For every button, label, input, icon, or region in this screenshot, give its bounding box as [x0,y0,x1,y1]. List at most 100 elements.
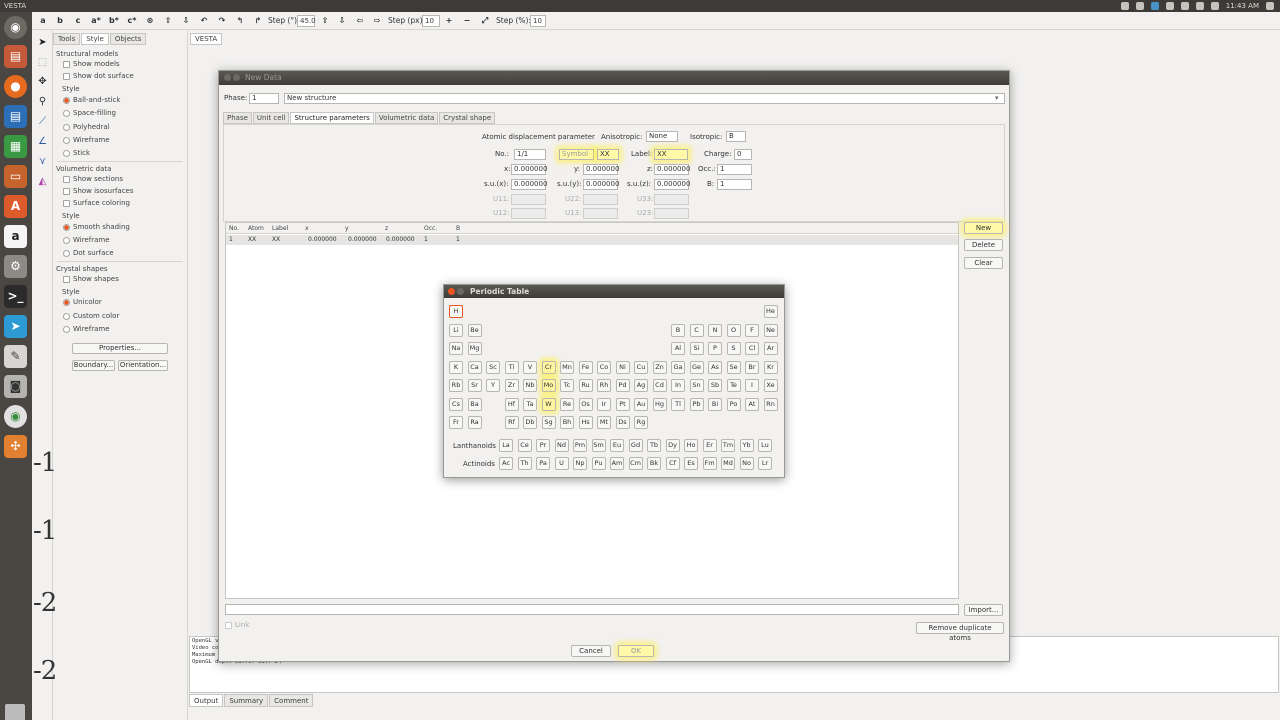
element-k-button[interactable]: K [449,360,463,374]
clock[interactable]: 11:43 AM [1226,0,1259,12]
element-n-button[interactable]: N [708,323,722,337]
keyboard-layout-icon[interactable] [1195,2,1204,10]
ok-button[interactable]: OK [618,645,654,657]
element-sm-button[interactable]: Sm [591,439,606,452]
element-re-button[interactable]: Re [560,397,574,411]
rotate-right-icon[interactable]: ↷ [216,14,228,28]
b-field[interactable]: 1 [717,179,752,190]
element-hs-button[interactable]: Hs [578,416,593,429]
tab-style[interactable]: Style [81,33,109,45]
element-sn-button[interactable]: Sn [689,379,704,392]
element-rf-button[interactable]: Rf [504,416,519,429]
element-th-button[interactable]: Th [517,457,532,470]
step-deg-input[interactable]: 45.0 [297,15,316,27]
occupancy-field[interactable]: 1 [717,164,752,175]
terminal-icon[interactable]: >_ [4,285,27,308]
element-bh-button[interactable]: Bh [560,416,574,429]
angle-icon[interactable]: ∠ [36,135,49,148]
element-rb-button[interactable]: Rb [449,379,463,392]
select-region-icon[interactable]: ⬚ [36,56,49,69]
sux-field[interactable]: 0.000000 [511,179,547,190]
element-pr-button[interactable]: Pr [536,439,550,452]
element-pd-button[interactable]: Pd [615,379,630,392]
element-nb-button[interactable]: Nb [523,379,537,392]
element-eu-button[interactable]: Eu [610,439,624,452]
element-ta-button[interactable]: Ta [523,397,537,411]
tab-volumetric-data[interactable]: Volumetric data [374,112,439,124]
network-icon[interactable] [1165,2,1174,10]
element-na-button[interactable]: Na [449,342,463,355]
close-icon[interactable] [448,288,455,295]
select-pointer-icon[interactable]: ➤ [36,36,49,49]
stick-radio[interactable]: Stick [63,149,90,157]
structure-name-combo[interactable]: New structure [284,93,1005,104]
element-ru-button[interactable]: Ru [578,379,593,392]
show-sections-checkbox[interactable]: Show sections [63,175,123,183]
isotropic-select[interactable]: B [726,131,746,142]
element-b-button[interactable]: B [671,323,685,337]
element-yb-button[interactable]: Yb [739,439,754,452]
show-isosurfaces-checkbox[interactable]: Show isosurfaces [63,187,134,195]
import-path-field[interactable] [225,604,959,615]
element-in-button[interactable]: In [671,379,685,392]
table-row[interactable]: 1 XX XX 0.000000 0.000000 0.000000 1 1 [226,235,958,245]
element-te-button[interactable]: Te [726,379,741,392]
symbol-button[interactable]: Symbol [559,149,594,160]
z-field[interactable]: 0.000000 [654,164,690,175]
ball-and-stick-radio[interactable]: Ball-and-stick [63,96,120,104]
element-ge-button[interactable]: Ge [689,360,704,374]
show-models-checkbox[interactable]: Show models [63,60,120,68]
element-al-button[interactable]: Al [671,342,685,355]
element-si-button[interactable]: Si [689,342,704,355]
wireframe-radio[interactable]: Wireframe [63,136,110,144]
element-be-button[interactable]: Be [467,323,482,337]
move-right-icon[interactable]: ⇨ [371,14,383,28]
element-p-button[interactable]: P [708,342,722,355]
element-bk-button[interactable]: Bk [647,457,661,470]
move-up-icon[interactable]: ⇧ [319,14,331,28]
element-lu-button[interactable]: Lu [758,439,772,452]
volume-icon[interactable] [1210,2,1219,10]
minimize-icon[interactable] [457,288,464,295]
rotate-down-icon[interactable]: ⇩ [180,14,192,28]
view-a-star-button[interactable]: a* [90,14,102,28]
software-center-icon[interactable]: A [4,195,27,218]
element-mt-button[interactable]: Mt [597,416,611,429]
element-tm-button[interactable]: Tm [721,439,735,452]
power-icon[interactable] [1266,2,1274,10]
element-h-button[interactable]: H [449,305,463,318]
custom-color-radio[interactable]: Custom color [63,312,119,320]
view-b-star-button[interactable]: b* [108,14,120,28]
element-tb-button[interactable]: Tb [647,439,661,452]
element-tc-button[interactable]: Tc [560,379,574,392]
telegram-tray-icon[interactable] [1150,2,1159,10]
element-no-button[interactable]: No [739,457,754,470]
element-md-button[interactable]: Md [721,457,735,470]
element-pa-button[interactable]: Pa [536,457,550,470]
element-y-button[interactable]: Y [486,379,500,392]
step-pct-input[interactable]: 10 [530,15,546,27]
tab-phase[interactable]: Phase [223,112,252,124]
column-header[interactable]: No. [229,223,239,234]
fit-to-screen-icon[interactable]: ⤢ [479,14,491,28]
view-b-button[interactable]: b [54,14,66,28]
element-f-button[interactable]: F [745,323,759,337]
view-a-button[interactable]: a [37,14,49,28]
text-editor-icon[interactable]: ✎ [4,345,27,368]
chevron-down-icon[interactable]: ▾ [995,93,999,104]
distance-icon[interactable]: ⟋ [36,115,49,128]
element-xe-button[interactable]: Xe [763,379,778,392]
element-la-button[interactable]: La [499,439,513,452]
amazon-icon[interactable]: a [4,225,27,248]
element-at-button[interactable]: At [745,397,759,411]
element-pb-button[interactable]: Pb [689,397,704,411]
column-header[interactable]: Occ. [424,223,437,234]
element-bi-button[interactable]: Bi [708,397,722,411]
element-fm-button[interactable]: Fm [702,457,717,470]
smooth-shading-radio[interactable]: Smooth shading [63,223,130,231]
tab-summary[interactable]: Summary [224,694,269,707]
element-ca-button[interactable]: Ca [467,360,482,374]
calc-icon[interactable]: ▦ [4,135,27,158]
polyhedral-radio[interactable]: Polyhedral [63,123,110,131]
writer-icon[interactable]: ▤ [4,105,27,128]
